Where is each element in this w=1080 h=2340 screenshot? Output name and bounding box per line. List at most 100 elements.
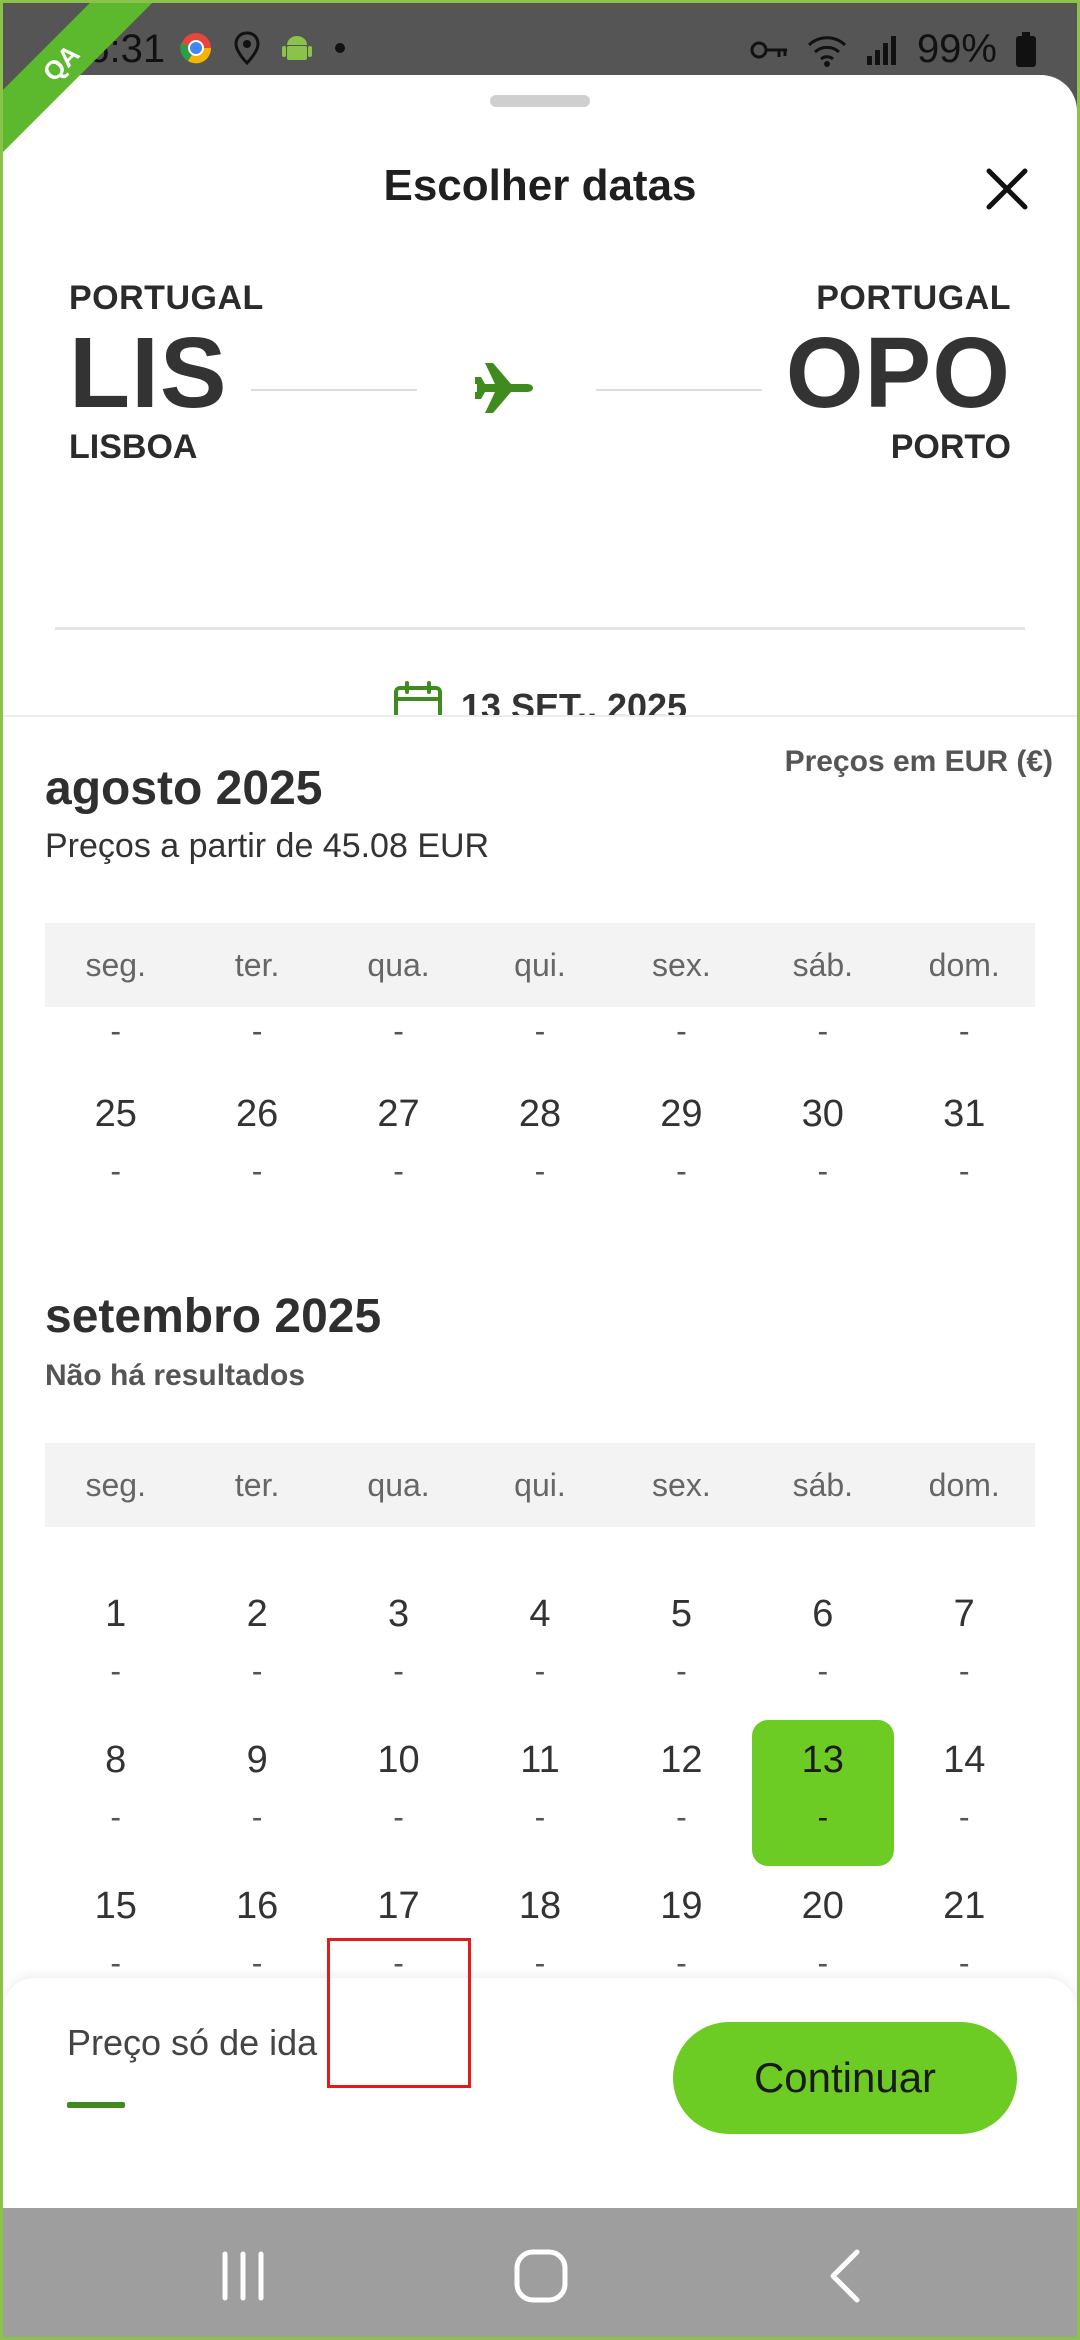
calendar-day-selected[interactable]: 13 - [752,1720,895,1866]
day-number: 28 [518,1093,562,1135]
day-price: - [676,1653,687,1689]
day-price: - [817,1799,829,1835]
calendar-day[interactable]: 9- [186,1723,327,1863]
calendar-week-row: 8- 9- 10- 11- 12- 13- 14- [45,1720,1035,1866]
weekday-label: ter. [234,1466,280,1503]
airplane-icon [475,363,533,413]
day-price: - [958,1153,970,1189]
day-number: 16 [235,1885,279,1927]
calendar-day[interactable]: 11 - [469,1723,610,1863]
weekday-label: dom. [928,946,1000,983]
calendar-day[interactable]: 30 - [752,1077,893,1217]
day-price: - [817,1945,829,1981]
android-icon [282,36,312,60]
route-summary: PORTUGAL LIS LISBOA PORTUGAL OPO PORTO [69,279,1011,499]
destination-country: PORTUGAL [816,279,1011,317]
destination-airport: PORTUGAL OPO PORTO [786,279,1011,467]
day-number: 8 [105,1739,127,1781]
calendar-day[interactable]: 5- [611,1577,752,1717]
one-way-price-tab[interactable]: Preço só de ida [67,2022,317,2064]
day-number: 14 [943,1739,986,1781]
dot-icon [335,43,345,53]
day-number: 27 [377,1093,420,1135]
weekday-header: seg. ter. qua. qui. sex. sáb. dom. [45,1443,1035,1527]
day-price: - [958,1013,970,1049]
continue-button[interactable]: Continuar [673,2022,1017,2134]
day-price: - [110,1013,122,1049]
day-number: 19 [660,1885,703,1927]
day-price: - [393,1153,404,1189]
day-number: 2 [246,1593,268,1635]
destination-city: PORTO [890,428,1011,466]
location-icon [234,31,260,65]
day-number: 10 [377,1739,420,1781]
day-price: - [110,1799,122,1835]
day-number: 7 [953,1593,975,1635]
calendar-day[interactable]: 2- [186,1577,327,1717]
month-subtitle: Preços a partir de 45.08 EUR [45,827,490,865]
calendar-day[interactable]: 12 - [611,1723,752,1863]
day-price: - [676,1945,687,1981]
calendar-day[interactable]: 31 - [894,1077,1035,1217]
day-number: 11 [520,1739,560,1781]
day-number: 31 [943,1093,986,1135]
day-price: - [676,1013,687,1049]
day-price: - [251,1153,263,1189]
day-price: - [110,1945,122,1981]
day-number: 18 [518,1885,562,1927]
status-left-icons [179,31,347,65]
sheet-title: Escolher datas [383,161,697,210]
day-price: - [534,1153,546,1189]
weekday-label: sáb. [792,946,854,983]
calendar-day[interactable]: 7- [894,1577,1035,1717]
battery-icon [1016,31,1036,67]
day-number: 21 [943,1885,986,1927]
day-price: - [393,1799,404,1835]
day-price: - [534,1013,546,1049]
weekday-label: sáb. [792,1466,854,1503]
weekday-label: seg. [85,1466,146,1503]
back-icon[interactable] [817,2246,877,2306]
calendar-day[interactable]: 27 - [328,1077,469,1217]
sheet-drag-handle[interactable] [490,95,590,107]
calendar-day[interactable]: 6- [752,1577,893,1717]
calendar-day[interactable]: 28 - [469,1077,610,1217]
system-nav-bar [3,2208,1077,2337]
calendar-day[interactable]: 25 - [45,1077,186,1217]
day-number: 6 [812,1593,834,1635]
home-icon[interactable] [511,2246,571,2306]
calendar-day[interactable]: 10 - [328,1723,469,1863]
calendar-day[interactable]: 29 - [611,1077,752,1217]
day-price: - [251,1653,263,1689]
calendar-day[interactable]: 4- [469,1577,610,1717]
day-number: 30 [801,1093,844,1135]
day-price: - [393,1653,404,1689]
day-price: - [110,1153,122,1189]
day-number: 12 [660,1739,703,1781]
calendar-day[interactable]: 14 - [894,1723,1035,1863]
tab-underline [67,2102,125,2108]
day-price: - [817,1153,829,1189]
calendar-week-row: 1- 2- 3- 4- 5- 6- 7- [45,1577,1035,1717]
close-icon[interactable] [979,161,1035,217]
weekday-label: qua. [367,1466,430,1503]
weekday-header: seg. ter. qua. qui. sex. sáb. dom. [45,923,1035,1007]
route-line-left [251,389,417,391]
bottom-action-bar: Preço só de ida Continuar [3,1978,1077,2208]
calendar-day[interactable]: 26 - [186,1077,327,1217]
currency-note: Preços em EUR (€) [784,745,1053,778]
calendar-day[interactable]: 3- [328,1577,469,1717]
day-price: - [251,1945,263,1981]
recent-apps-icon[interactable] [213,2246,273,2306]
calendar-day[interactable]: 8- [45,1723,186,1863]
phone-frame: 16:31 99% QA Escolher datas PORTUGAL LIS… [3,3,1077,2337]
calendar-scroll-area[interactable]: Preços em EUR (€) agosto 2025 Preços a p… [3,715,1077,2047]
day-price: - [534,1799,546,1835]
day-price: - [676,1153,687,1189]
calendar-day[interactable]: 1- [45,1577,186,1717]
weekday-label: ter. [234,946,280,983]
day-price: - [251,1799,263,1835]
day-price: - [110,1653,122,1689]
day-number: 9 [246,1739,268,1781]
day-price: - [534,1653,546,1689]
